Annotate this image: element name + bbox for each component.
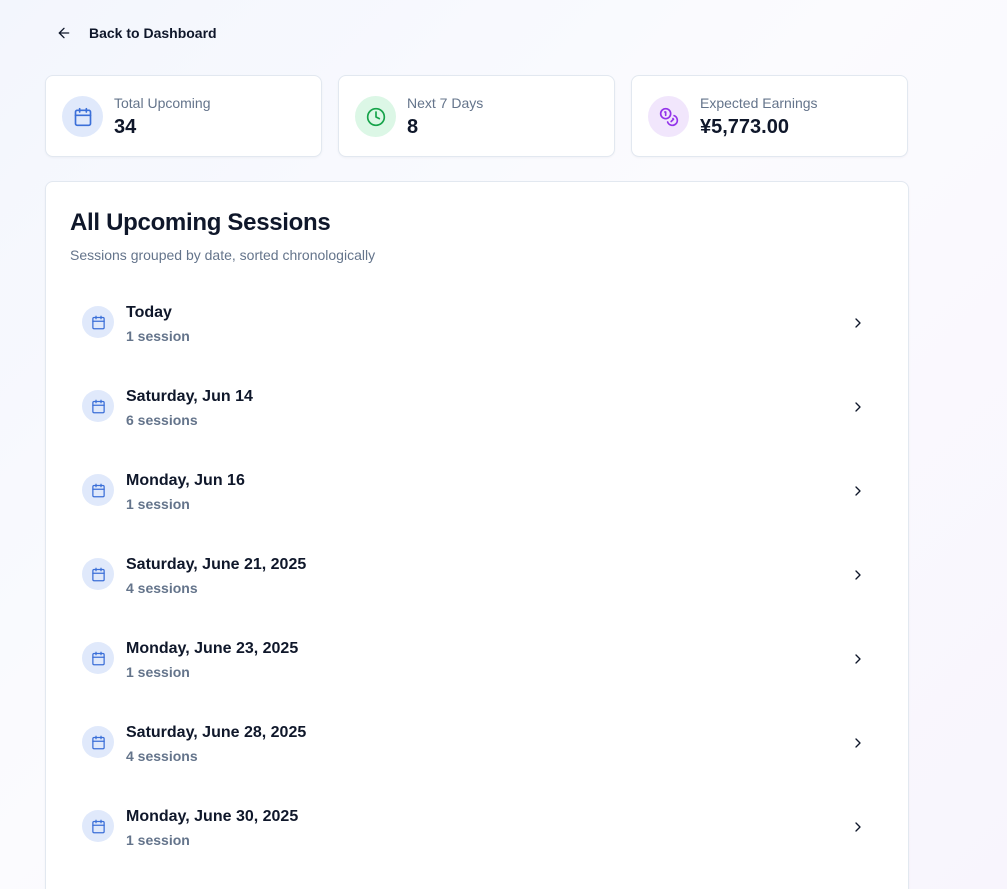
chevron-right-icon xyxy=(855,654,861,664)
stat-label: Next 7 Days xyxy=(407,95,484,111)
session-count: 1 session xyxy=(126,328,190,344)
session-count: 4 sessions xyxy=(126,580,198,596)
session-count: 1 session xyxy=(126,832,190,848)
page-title: All Upcoming Sessions xyxy=(70,209,331,236)
session-group-list: Today 1 session Saturday, Jun 14 6 sessi… xyxy=(70,286,886,874)
row-icon-badge xyxy=(82,726,114,758)
session-group-row[interactable]: Saturday, June 28, 2025 4 sessions xyxy=(70,706,886,790)
stat-icon-badge xyxy=(62,96,103,137)
session-group-row[interactable]: Monday, Jun 16 1 session xyxy=(70,454,886,538)
stat-label: Expected Earnings xyxy=(700,95,818,111)
row-icon-badge xyxy=(82,390,114,422)
session-date: Today xyxy=(126,304,172,321)
page-subtitle: Sessions grouped by date, sorted chronol… xyxy=(70,247,376,263)
stat-value: 34 xyxy=(114,116,137,138)
calendar-icon xyxy=(91,399,105,413)
session-group-row[interactable]: Saturday, Jun 14 6 sessions xyxy=(70,370,886,454)
session-group-row[interactable]: Monday, June 30, 2025 1 session xyxy=(70,790,886,874)
back-link-label: Back to Dashboard xyxy=(89,25,217,41)
calendar-icon xyxy=(91,483,105,497)
coins-icon xyxy=(659,107,678,126)
stat-icon-badge xyxy=(355,96,396,137)
stats-row: Total Upcoming 34 Next 7 Days 8 Expected… xyxy=(45,75,909,157)
chevron-right-icon xyxy=(855,318,861,328)
session-count: 1 session xyxy=(126,496,190,512)
chevron-right-icon xyxy=(855,402,861,412)
session-date: Monday, Jun 16 xyxy=(126,472,245,489)
calendar-icon xyxy=(91,651,105,665)
stat-icon-badge xyxy=(648,96,689,137)
session-date: Saturday, Jun 14 xyxy=(126,388,253,405)
stat-card-expected-earnings: Expected Earnings ¥5,773.00 xyxy=(631,75,908,157)
session-date: Monday, June 30, 2025 xyxy=(126,808,299,825)
stat-value: ¥5,773.00 xyxy=(700,116,789,138)
row-icon-badge xyxy=(82,642,114,674)
calendar-icon xyxy=(91,315,105,329)
row-icon-badge xyxy=(82,474,114,506)
chevron-right-icon xyxy=(855,738,861,748)
upcoming-sessions-card: All Upcoming Sessions Sessions grouped b… xyxy=(45,181,909,889)
session-group-row[interactable]: Saturday, June 21, 2025 4 sessions xyxy=(70,538,886,622)
stat-card-next-7-days: Next 7 Days 8 xyxy=(338,75,615,157)
stat-card-total-upcoming: Total Upcoming 34 xyxy=(45,75,322,157)
calendar-icon xyxy=(91,819,105,833)
session-date: Saturday, June 21, 2025 xyxy=(126,556,307,573)
stat-value: 8 xyxy=(407,116,419,138)
chevron-right-icon xyxy=(855,486,861,496)
chevron-right-icon xyxy=(855,570,861,580)
back-to-dashboard-link[interactable]: Back to Dashboard xyxy=(56,22,217,44)
arrow-left-icon xyxy=(58,27,70,39)
calendar-icon xyxy=(91,735,105,749)
session-group-row[interactable]: Monday, June 23, 2025 1 session xyxy=(70,622,886,706)
calendar-icon xyxy=(74,107,91,126)
calendar-icon xyxy=(91,567,105,581)
session-count: 1 session xyxy=(126,664,190,680)
session-date: Monday, June 23, 2025 xyxy=(126,640,299,657)
session-count: 6 sessions xyxy=(126,412,198,428)
session-count: 4 sessions xyxy=(126,748,198,764)
session-group-row[interactable]: Today 1 session xyxy=(70,286,886,370)
row-icon-badge xyxy=(82,558,114,590)
row-icon-badge xyxy=(82,306,114,338)
row-icon-badge xyxy=(82,810,114,842)
stat-label: Total Upcoming xyxy=(114,95,211,111)
clock-icon xyxy=(366,107,385,126)
session-date: Saturday, June 28, 2025 xyxy=(126,724,307,741)
chevron-right-icon xyxy=(855,822,861,832)
